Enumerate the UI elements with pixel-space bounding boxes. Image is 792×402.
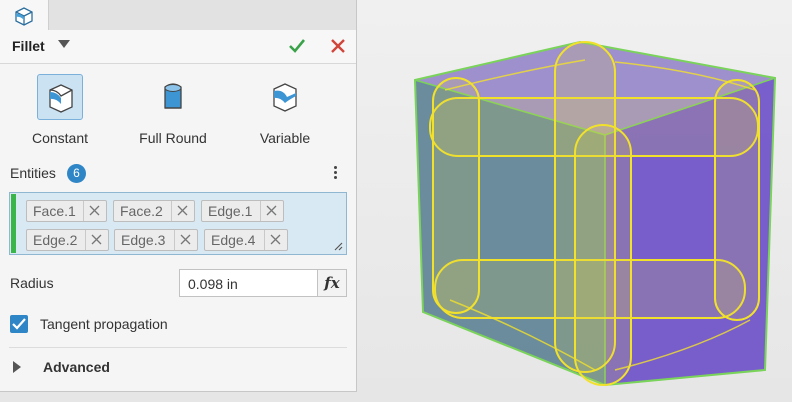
remove-chip-icon[interactable] (264, 230, 287, 250)
entity-chip: Edge.2 (26, 229, 109, 251)
advanced-section-label[interactable]: Advanced (43, 359, 110, 375)
entities-selection-box[interactable]: Face.1 Face.2 Edge.1 Edge.2 Edge.3 Edge.… (9, 192, 347, 255)
entity-chip: Edge.4 (204, 229, 288, 251)
constant-label: Constant (31, 130, 89, 146)
remove-chip-icon[interactable] (85, 230, 108, 250)
remove-chip-icon[interactable] (260, 201, 283, 221)
entity-chip-label: Edge.4 (211, 232, 256, 248)
entities-count-badge: 6 (67, 164, 86, 183)
variable-label: Variable (259, 130, 311, 146)
fillet-type-selector: Constant Full Round Variable (0, 70, 356, 150)
constant-fillet-icon (49, 84, 73, 113)
entity-chip-label: Edge.2 (33, 232, 78, 248)
entity-chip: Face.1 (26, 200, 107, 222)
variable-fillet-icon (273, 83, 297, 112)
entities-label: Entities (10, 165, 56, 181)
fillet-tab-icon (15, 7, 33, 26)
entity-chip-label: Face.2 (120, 203, 163, 219)
divider (9, 347, 347, 348)
dropdown-arrow-icon[interactable] (58, 40, 70, 50)
entity-chip: Edge.3 (114, 229, 198, 251)
panel-title: Fillet (12, 38, 45, 54)
cube-model[interactable] (405, 30, 790, 400)
entity-chip: Face.2 (113, 200, 195, 222)
checkmark-icon (12, 318, 26, 330)
panel-tab-strip (0, 0, 356, 31)
expand-arrow-icon[interactable] (12, 361, 22, 373)
full-round-fillet-icon (164, 83, 182, 109)
fillet-tab[interactable] (0, 0, 49, 31)
more-options-icon[interactable] (331, 164, 339, 182)
remove-chip-icon[interactable] (171, 201, 194, 221)
tangent-propagation-label: Tangent propagation (40, 316, 168, 332)
fillet-panel: Fillet Constant Full Round Variable Enti… (0, 0, 357, 392)
selection-active-bar (11, 194, 16, 253)
remove-chip-icon[interactable] (174, 230, 197, 250)
entity-chip-label: Face.1 (33, 203, 76, 219)
close-icon[interactable] (330, 38, 346, 54)
radius-label: Radius (10, 275, 54, 291)
fx-button[interactable]: fx (317, 270, 346, 296)
entity-chip: Edge.1 (201, 200, 284, 222)
remove-chip-icon[interactable] (83, 201, 106, 221)
entity-chip-label: Edge.3 (121, 232, 166, 248)
radius-input[interactable]: 0.098 in fx (179, 269, 347, 297)
constant-fillet-button[interactable] (37, 74, 83, 120)
panel-header: Fillet (0, 30, 356, 64)
tangent-propagation-checkbox[interactable] (10, 315, 28, 333)
entity-chip-label: Edge.1 (208, 203, 253, 219)
full-round-fillet-button[interactable] (150, 74, 196, 120)
checkmark-icon[interactable] (288, 38, 306, 54)
full-round-label: Full Round (139, 130, 207, 146)
radius-value[interactable]: 0.098 in (188, 276, 238, 292)
variable-fillet-button[interactable] (262, 74, 308, 120)
resize-grip-icon[interactable] (333, 241, 343, 251)
